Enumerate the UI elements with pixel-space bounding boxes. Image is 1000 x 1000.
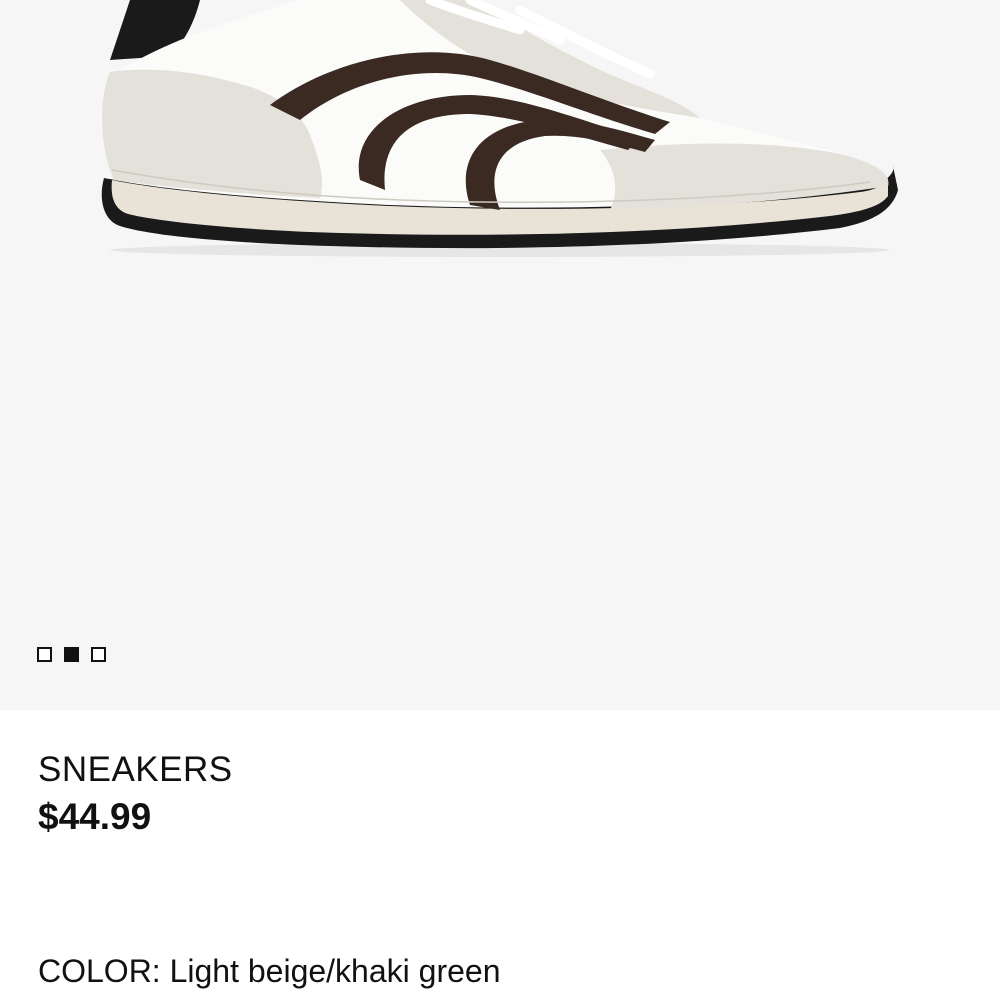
pagination-dot-2-active[interactable] xyxy=(64,647,79,662)
color-selection: COLOR: Light beige/khaki green xyxy=(38,955,500,987)
color-value: Light beige/khaki green xyxy=(169,953,501,989)
image-pagination-dots xyxy=(37,647,106,662)
color-label: COLOR: xyxy=(38,953,161,989)
product-info: SNEAKERS $44.99 COLOR: Light beige/khaki… xyxy=(0,710,1000,1000)
pagination-dot-1[interactable] xyxy=(37,647,52,662)
product-image-gallery[interactable] xyxy=(0,0,1000,710)
product-page: SNEAKERS $44.99 COLOR: Light beige/khaki… xyxy=(0,0,1000,1000)
sneaker-product-image[interactable] xyxy=(0,0,1000,300)
product-title: SNEAKERS xyxy=(38,750,233,789)
product-price: $44.99 xyxy=(38,796,152,837)
pagination-dot-3[interactable] xyxy=(91,647,106,662)
